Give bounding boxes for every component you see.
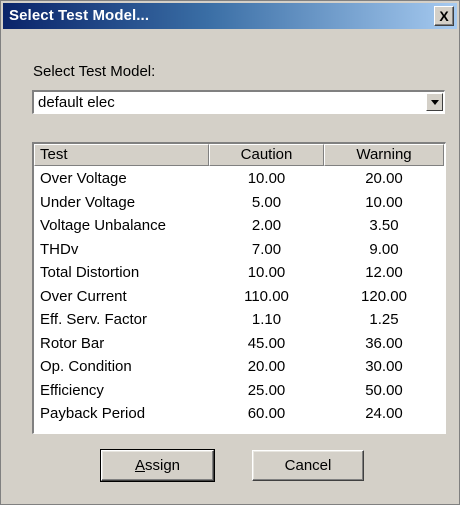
cell-caution: 2.00 bbox=[251, 217, 282, 234]
close-icon: X bbox=[439, 8, 449, 24]
cell-test: Op. Condition bbox=[40, 358, 132, 375]
table-row[interactable]: Rotor Bar 45.00 36.00 bbox=[34, 333, 444, 357]
cell-caution: 10.00 bbox=[247, 264, 286, 281]
model-dropdown-value: default elec bbox=[38, 94, 115, 111]
dropdown-button[interactable] bbox=[426, 93, 443, 111]
column-header-caution[interactable]: Caution bbox=[209, 144, 324, 166]
cell-test: Under Voltage bbox=[40, 193, 136, 211]
cell-caution: 1.10 bbox=[251, 311, 282, 328]
table-body: Over Voltage 10.00 20.00 Under Voltage 5.00 1… bbox=[34, 168, 444, 427]
column-header-test[interactable]: Test bbox=[34, 144, 209, 166]
model-dropdown[interactable]: default elec bbox=[32, 90, 445, 114]
table-header: Test Caution Warning bbox=[34, 144, 445, 166]
cell-caution: 5.00 bbox=[251, 193, 282, 211]
cell-caution: 45.00 bbox=[247, 334, 286, 352]
cell-test: THDv bbox=[40, 240, 79, 258]
cell-test: Eff. Serv. Factor bbox=[40, 311, 147, 328]
column-header-warning[interactable]: Warning bbox=[324, 144, 444, 166]
cell-warning: 120.00 bbox=[361, 287, 407, 305]
cell-test: Voltage Unbalance bbox=[40, 217, 166, 234]
close-button[interactable]: X bbox=[434, 6, 454, 26]
cell-warning: 36.00 bbox=[365, 334, 403, 352]
table-row[interactable]: Under Voltage 5.00 10.00 bbox=[34, 192, 444, 216]
chevron-down-icon bbox=[431, 100, 439, 105]
assign-label: ssign bbox=[144, 457, 181, 474]
cell-warning: 9.00 bbox=[369, 240, 399, 258]
cell-warning: 30.00 bbox=[365, 358, 403, 375]
cell-warning: 1.25 bbox=[369, 311, 399, 328]
cell-test: Over Voltage bbox=[40, 170, 127, 187]
table-row[interactable]: Over Voltage 10.00 20.00 bbox=[34, 168, 444, 192]
cell-caution: 110.00 bbox=[244, 287, 289, 305]
title-bar[interactable]: Select Test Model... X bbox=[3, 3, 457, 29]
window-title: Select Test Model... bbox=[9, 7, 150, 24]
cell-test: Efficiency bbox=[40, 381, 104, 399]
select-test-model-dialog: Select Test Model... X Select Test Model… bbox=[0, 0, 460, 505]
cell-test: Rotor Bar bbox=[40, 334, 105, 352]
assign-button[interactable]: Assign bbox=[100, 449, 215, 482]
table-row[interactable]: Total Distortion 10.00 12.00 bbox=[34, 262, 444, 286]
cell-warning: 3.50 bbox=[369, 217, 399, 234]
table-row[interactable]: Eff. Serv. Factor 1.10 1.25 bbox=[34, 309, 444, 333]
cancel-button[interactable]: Cancel bbox=[252, 450, 364, 481]
table-row[interactable]: Over Current 110.00 120.00 bbox=[34, 286, 444, 310]
cell-caution: 10.00 bbox=[247, 170, 286, 187]
test-thresholds-table[interactable]: Test Caution Warning Over Voltage 10.00 20… bbox=[32, 142, 446, 434]
select-model-label: Select Test Model: bbox=[33, 63, 156, 80]
table-row[interactable]: Payback Period 60.00 24.00 bbox=[34, 403, 444, 427]
table-row[interactable]: THDv 7.00 9.00 bbox=[34, 239, 444, 263]
table-row[interactable]: Efficiency 25.00 50.00 bbox=[34, 380, 444, 404]
cell-test: Payback Period bbox=[40, 405, 146, 422]
cell-warning: 50.00 bbox=[365, 381, 403, 399]
cell-caution: 25.00 bbox=[247, 381, 286, 399]
cell-warning: 20.00 bbox=[365, 170, 403, 187]
cell-test: Total Distortion bbox=[40, 264, 140, 281]
cell-warning: 24.00 bbox=[365, 405, 403, 422]
cell-caution: 20.00 bbox=[247, 358, 286, 375]
cell-warning: 10.00 bbox=[365, 193, 403, 211]
cell-test: Over Current bbox=[40, 287, 127, 305]
cell-warning: 12.00 bbox=[365, 264, 403, 281]
assign-mnemonic: A bbox=[134, 457, 145, 474]
cell-caution: 60.00 bbox=[247, 405, 286, 422]
table-row[interactable]: Op. Condition 20.00 30.00 bbox=[34, 356, 444, 380]
cell-caution: 7.00 bbox=[251, 240, 282, 258]
table-row[interactable]: Voltage Unbalance 2.00 3.50 bbox=[34, 215, 444, 239]
